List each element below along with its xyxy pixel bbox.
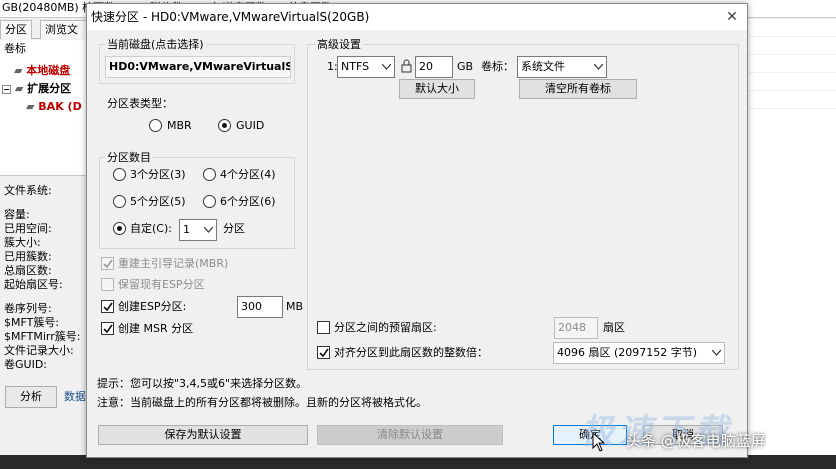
radio-custom[interactable] (113, 222, 126, 235)
quick-partition-dialog: 快速分区 - HD0:VMware,VMwareVirtualS(20GB) ✕… (86, 3, 748, 458)
clear-default-button[interactable]: 清除默认设置 (317, 425, 503, 445)
checkmark-icon (103, 259, 113, 269)
panel-row (748, 55, 836, 73)
align-partitions-checkbox[interactable] (317, 346, 330, 359)
partition-size-unit: GB (457, 60, 474, 73)
reserve-sectors-checkbox[interactable] (317, 321, 330, 334)
radio-custom-label: 自定(C): (130, 222, 172, 235)
checkmark-icon (103, 302, 113, 312)
filesystem-select[interactable]: NTFS (337, 56, 395, 78)
tree-item-label: 扩展分区 (27, 82, 72, 95)
info-label: 起始扇区号: (4, 278, 63, 291)
clear-labels-button[interactable]: 清空所有卷标 (519, 79, 637, 99)
drive-icon: ▰ (14, 64, 27, 77)
reserve-sectors-input[interactable]: 2048 (554, 317, 598, 339)
tab-browse-files[interactable]: 浏览文件 (40, 20, 90, 54)
checkmark-icon (103, 324, 113, 334)
radio-5-label: 5个分区(5) (130, 195, 186, 208)
esp-size-input[interactable]: 300 (237, 296, 283, 318)
create-esp-label: 创建ESP分区: (118, 300, 187, 313)
collapse-icon[interactable]: − (2, 85, 11, 94)
panel-row (748, 19, 836, 37)
create-msr-checkbox[interactable] (101, 322, 114, 335)
close-icon[interactable]: ✕ (723, 8, 741, 26)
drive-icon: ▰ (14, 82, 28, 95)
tab-partition-label: 分区 (5, 23, 27, 36)
checkmark-icon (319, 348, 329, 358)
partition-size-input[interactable]: 20 (415, 56, 453, 78)
chevron-down-icon (200, 220, 216, 240)
drive-icon: ▰ (26, 100, 39, 113)
panel-row (748, 37, 836, 55)
align-partitions-label: 对齐分区到此扇区数的整数倍： (334, 346, 488, 359)
warning-text: 注意：当前磁盘上的所有分区都将被删除。且新的分区将被格式化。 (97, 396, 427, 409)
partition-info-panel: 文件系统: 容量: 已用空间: 簇大小: 已用簇数: 总扇区数: 起始扇区号: … (0, 180, 90, 380)
keep-esp-label: 保留现有ESP分区 (118, 278, 205, 291)
radio-4-partitions[interactable] (203, 168, 216, 181)
tree-item-label: BAK (D (38, 100, 82, 113)
analyze-button[interactable]: 分析 (5, 386, 57, 408)
lock-icon[interactable] (400, 59, 414, 73)
custom-count-select[interactable]: 1 (179, 219, 217, 241)
panel-row (748, 73, 836, 91)
count-group-caption: 分区数目 (105, 149, 153, 165)
default-size-button[interactable]: 默认大小 (399, 79, 475, 99)
filesystem-value: NTFS (341, 60, 370, 73)
volume-label-value: 系统文件 (521, 60, 565, 73)
radio-guid[interactable] (218, 119, 231, 132)
table-type-label: 分区表类型： (107, 97, 173, 110)
current-disk-selector[interactable]: HD0:VMware,VMwareVirtualS(20G (105, 56, 291, 78)
panel-row (748, 91, 836, 109)
keep-esp-checkbox[interactable] (101, 278, 114, 291)
chevron-down-icon (708, 343, 724, 363)
info-label: 文件系统: (4, 184, 52, 197)
radio-mbr-label: MBR (167, 119, 192, 132)
partition-tree: 卷标 ▰ 本地磁盘 − ▰ 扩展分区 ▰ BAK (D (0, 40, 90, 176)
data-link[interactable]: 数据 (64, 388, 86, 404)
align-sectors-select[interactable]: 4096 扇区 (2097152 字节) (553, 342, 725, 364)
align-sectors-value: 4096 扇区 (2097152 字节) (557, 346, 698, 359)
radio-3-partitions[interactable] (113, 168, 126, 181)
save-default-button[interactable]: 保存为默认设置 (98, 425, 308, 445)
rebuild-mbr-checkbox[interactable] (101, 257, 114, 270)
tab-bar: 分区 浏览文件 (0, 19, 90, 54)
advanced-group-caption: 高级设置 (315, 36, 363, 52)
chevron-down-icon (590, 57, 606, 77)
disk-group-caption: 当前磁盘(点击选择) (105, 36, 206, 52)
tree-item-local-disk[interactable]: ▰ 本地磁盘 (14, 62, 70, 80)
volume-label-caption: 卷标： (481, 60, 514, 73)
radio-3-label: 3个分区(3) (130, 168, 186, 181)
custom-count-value: 1 (183, 223, 190, 236)
brand-caption: 头条 @极客电脑蓝屏 (626, 432, 766, 450)
reserve-sectors-unit: 扇区 (603, 321, 625, 334)
hint-text: 提示：您可以按"3,4,5或6"来选择分区数。 (97, 377, 308, 390)
tab-partition[interactable]: 分区 (0, 20, 32, 39)
radio-5-partitions[interactable] (113, 195, 126, 208)
volume-label-select[interactable]: 系统文件 (517, 56, 607, 78)
mouse-cursor-icon (592, 432, 606, 452)
radio-guid-label: GUID (236, 119, 265, 132)
tree-header: 卷标 (4, 42, 26, 55)
tree-item-extended[interactable]: − ▰ 扩展分区 (2, 80, 71, 98)
radio-4-label: 4个分区(4) (220, 168, 276, 181)
esp-size-unit: MB (286, 300, 304, 313)
right-panel (748, 19, 836, 455)
radio-mbr[interactable] (149, 119, 162, 132)
reserve-sectors-label: 分区之间的预留扇区: (334, 321, 437, 334)
dialog-titlebar: 快速分区 - HD0:VMware,VMwareVirtualS(20GB) ✕ (87, 4, 747, 30)
radio-6-partitions[interactable] (203, 195, 216, 208)
create-esp-checkbox[interactable] (101, 300, 114, 313)
rebuild-mbr-label: 重建主引导记录(MBR) (118, 257, 229, 270)
tree-item-bak[interactable]: ▰ BAK (D (26, 98, 82, 116)
create-msr-label: 创建 MSR 分区 (118, 322, 194, 335)
info-label: 卷GUID: (4, 358, 47, 371)
chevron-down-icon (378, 57, 394, 77)
radio-6-label: 6个分区(6) (220, 195, 276, 208)
tree-item-label: 本地磁盘 (26, 64, 71, 77)
custom-count-unit: 分区 (223, 222, 245, 235)
dialog-title: 快速分区 - HD0:VMware,VMwareVirtualS(20GB) (91, 10, 370, 24)
